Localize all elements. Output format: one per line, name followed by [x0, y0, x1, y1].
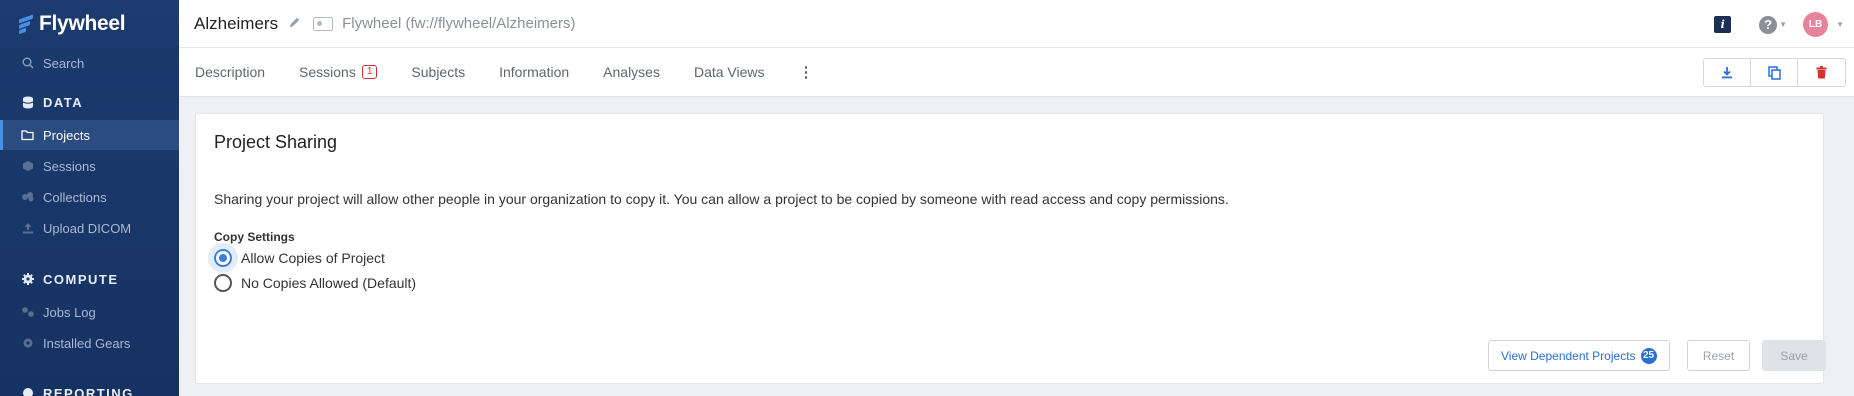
- sidebar-item-label: Sessions: [43, 158, 96, 174]
- radio-button-selected[interactable]: [214, 249, 232, 267]
- collections-icon: [21, 190, 35, 204]
- sharing-description: Sharing your project will allow other pe…: [214, 191, 1229, 207]
- gear-icon: [21, 336, 35, 350]
- reset-button[interactable]: Reset: [1687, 340, 1750, 371]
- sidebar-section-compute-label: COMPUTE: [43, 271, 119, 287]
- sidebar-section-compute: COMPUTE: [0, 264, 179, 294]
- sidebar-item-label: Projects: [43, 127, 90, 143]
- tab-label: Description: [195, 64, 266, 80]
- tab-sessions[interactable]: Sessions 1: [299, 64, 378, 80]
- tab-label: Information: [499, 64, 570, 80]
- tab-label: Subjects: [411, 64, 466, 80]
- sidebar-item-label: Collections: [43, 189, 107, 205]
- tab-information[interactable]: Information: [499, 64, 569, 80]
- button-label: View Dependent Projects: [1501, 348, 1636, 363]
- tab-data-views[interactable]: Data Views: [694, 64, 765, 80]
- sidebar-search[interactable]: Search: [0, 48, 179, 78]
- header-actions: i ? ▼ LB ▼: [1714, 12, 1844, 37]
- upload-icon: [21, 221, 35, 235]
- trash-icon: [1816, 66, 1827, 79]
- section-title: Project Sharing: [214, 132, 338, 152]
- edit-pencil-icon[interactable]: [288, 16, 301, 32]
- download-button[interactable]: [1704, 59, 1751, 86]
- tab-description[interactable]: Description: [195, 64, 265, 80]
- gear-icon: [21, 272, 35, 286]
- copy-button[interactable]: [1751, 59, 1798, 86]
- chevron-down-icon[interactable]: ▼: [1836, 20, 1844, 29]
- dependent-count-badge: 25: [1640, 347, 1657, 364]
- tab-label: Data Views: [693, 64, 765, 80]
- save-button[interactable]: Save: [1762, 340, 1826, 371]
- project-sharing-card: Project Sharing Sharing your project wil…: [195, 113, 1826, 384]
- copy-icon: [1767, 65, 1781, 80]
- avatar[interactable]: LB: [1803, 12, 1829, 37]
- project-path: Flywheel (fw://flywheel/Alzheimers): [342, 15, 576, 32]
- jobs-icon: [21, 305, 35, 319]
- help-icon[interactable]: ?: [1759, 15, 1778, 34]
- sidebar-section-data: DATA: [0, 87, 179, 117]
- chart-icon: [21, 386, 35, 396]
- sidebar-item-label: Jobs Log: [43, 304, 96, 320]
- sessions-count-badge: 1: [361, 65, 378, 79]
- project-actions: [1703, 58, 1846, 87]
- download-icon: [1722, 67, 1732, 79]
- copy-settings-label: Copy Settings: [214, 230, 295, 244]
- sidebar-item-collections[interactable]: Collections: [0, 182, 179, 212]
- page-title: Alzheimers: [194, 13, 279, 33]
- project-tabs: Description Sessions 1 Subjects Informati…: [179, 48, 1854, 97]
- sidebar-item-projects[interactable]: Projects: [0, 120, 179, 150]
- info-icon[interactable]: i: [1714, 16, 1732, 33]
- more-options-icon[interactable]: ⋮: [799, 63, 814, 81]
- flywheel-logo[interactable]: Flywheel: [19, 12, 126, 36]
- logo-text: Flywheel: [39, 12, 126, 35]
- flywheel-logo-icon: [19, 14, 33, 35]
- sidebar-item-label: Upload DICOM: [43, 220, 132, 236]
- tab-label: Analyses: [603, 64, 660, 80]
- tab-subjects[interactable]: Subjects: [411, 64, 465, 80]
- database-icon: [21, 95, 35, 109]
- sidebar-section-data-label: DATA: [43, 94, 84, 110]
- folder-icon: [21, 128, 35, 142]
- tab-analyses[interactable]: Analyses: [603, 64, 660, 80]
- sidebar-item-jobs-log[interactable]: Jobs Log: [0, 297, 179, 327]
- cube-icon: [21, 159, 35, 173]
- delete-button[interactable]: [1798, 59, 1845, 86]
- tab-label: Sessions: [299, 64, 356, 80]
- sidebar-search-label: Search: [43, 55, 85, 71]
- project-header: Alzheimers Flywheel (fw://flywheel/Alzhe…: [179, 0, 1854, 48]
- radio-label: No Copies Allowed (Default): [241, 275, 417, 291]
- radio-allow-copies[interactable]: Allow Copies of Project: [214, 249, 385, 267]
- radio-button[interactable]: [214, 274, 232, 292]
- view-dependent-projects-button[interactable]: View Dependent Projects 25: [1488, 340, 1670, 371]
- search-icon: [21, 56, 35, 70]
- sidebar-item-upload-dicom[interactable]: Upload DICOM: [0, 213, 179, 243]
- sidebar-item-sessions[interactable]: Sessions: [0, 151, 179, 181]
- chevron-down-icon[interactable]: ▼: [1779, 20, 1787, 29]
- sidebar: Flywheel Search DATA Projects Sessions C…: [0, 0, 179, 396]
- sidebar-item-installed-gears[interactable]: Installed Gears: [0, 328, 179, 358]
- radio-no-copies[interactable]: No Copies Allowed (Default): [214, 274, 416, 292]
- sidebar-section-reporting-label: REPORTING: [43, 385, 134, 396]
- id-card-icon: [313, 16, 334, 31]
- radio-label: Allow Copies of Project: [241, 250, 385, 266]
- sidebar-item-label: Installed Gears: [43, 335, 131, 351]
- sidebar-section-reporting: REPORTING: [0, 378, 179, 396]
